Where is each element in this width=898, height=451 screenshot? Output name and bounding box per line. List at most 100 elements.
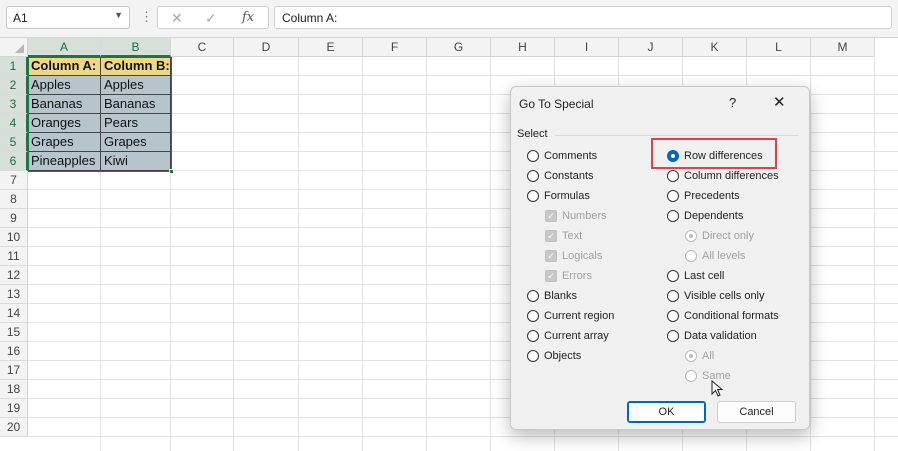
column-header-m[interactable]: M [811,38,875,57]
gridline [490,57,491,451]
row-header-19[interactable]: 19 [0,399,28,418]
row-header-10[interactable]: 10 [0,228,28,247]
radio-icon [527,290,539,302]
name-box[interactable]: A1 ▼ [6,6,130,29]
cancel-entry-icon[interactable]: ✕ [171,10,183,27]
highlight-box [651,138,777,169]
option-label: Direct only [702,230,754,242]
row-header-7[interactable]: 7 [0,171,28,190]
help-icon[interactable]: ? [729,95,736,110]
row-header-14[interactable]: 14 [0,304,28,323]
option-label: Blanks [544,290,578,302]
column-header-c[interactable]: C [171,38,234,57]
cell-b4[interactable]: Pears [101,114,171,133]
formula-input[interactable]: Column A: [274,6,892,29]
gridline [233,57,234,451]
row-header-12[interactable]: 12 [0,266,28,285]
option-label: Conditional formats [684,310,779,322]
column-header-e[interactable]: E [299,38,363,57]
radio-icon [667,310,679,322]
column-header-j[interactable]: J [619,38,683,57]
row-header-6[interactable]: 6 [0,152,28,171]
row-header-17[interactable]: 17 [0,361,28,380]
fill-handle[interactable] [169,169,174,174]
column-header-f[interactable]: F [363,38,427,57]
option-label: Visible cells only [684,290,765,302]
radio-icon [667,190,679,202]
confirm-entry-icon[interactable]: ✓ [205,10,217,27]
row-header-13[interactable]: 13 [0,285,28,304]
row-header-5[interactable]: 5 [0,133,28,152]
radio-icon [685,350,697,362]
row-header-3[interactable]: 3 [0,95,28,114]
row-header-11[interactable]: 11 [0,247,28,266]
option-label: Data validation [684,330,757,342]
radio-icon [667,270,679,282]
option-label: Logicals [562,250,603,262]
row-header-4[interactable]: 4 [0,114,28,133]
row-header-8[interactable]: 8 [0,190,28,209]
row-header-9[interactable]: 9 [0,209,28,228]
dialog-title: Go To Special [519,97,594,111]
more-options-icon[interactable]: ⋮ [140,9,153,25]
row-header-18[interactable]: 18 [0,380,28,399]
radio-icon [667,170,679,182]
option-label: Numbers [562,210,607,222]
checkbox-icon: ✓ [545,230,557,242]
cell-a3[interactable]: Bananas [28,95,101,114]
checkbox-icon: ✓ [545,210,557,222]
row-header-1[interactable]: 1 [0,57,28,76]
go-to-special-dialog: Go To Special ? ✕ Select Comments Constan… [510,86,810,430]
column-header-h[interactable]: H [491,38,555,57]
cell-a2[interactable]: Apples [28,76,101,95]
chevron-down-icon[interactable]: ▼ [114,10,123,20]
name-box-value: A1 [13,11,28,25]
option-label: Constants [544,170,594,182]
column-header-l[interactable]: L [747,38,811,57]
column-header-g[interactable]: G [427,38,491,57]
insert-function-icon[interactable]: fx [242,10,254,25]
select-all-button[interactable] [0,38,28,57]
option-label: All [702,350,715,362]
row-header-20[interactable]: 20 [0,418,28,437]
cell-b5[interactable]: Grapes [101,133,171,152]
radio-icon [685,250,697,262]
ok-button[interactable]: OK [627,401,706,423]
radio-icon [527,310,539,322]
cell-b3[interactable]: Bananas [101,95,171,114]
cell-b6[interactable]: Kiwi [101,152,171,171]
radio-icon [527,190,539,202]
option-label: Formulas [544,190,590,202]
radio-icon [527,330,539,342]
radio-icon [667,210,679,222]
cell-a4[interactable]: Oranges [28,114,101,133]
cancel-button[interactable]: Cancel [717,401,796,423]
group-divider [555,135,799,136]
column-header-i[interactable]: I [555,38,619,57]
option-label: Current array [544,330,609,342]
column-header-k[interactable]: K [683,38,747,57]
formula-bar: A1 ▼ ⋮ ✕ ✓ fx Column A: [0,0,898,38]
option-label: Text [562,230,583,242]
cell-a6[interactable]: Pineapples [28,152,101,171]
radio-icon [685,370,697,382]
close-icon[interactable]: ✕ [773,93,786,111]
cell-b1[interactable]: Column B: [101,57,171,76]
option-label: Column differences [684,170,779,182]
column-header-b[interactable]: B [101,38,171,57]
radio-icon [527,350,539,362]
row-header-15[interactable]: 15 [0,323,28,342]
gridline [426,57,427,451]
gridline [874,57,875,451]
option-label: All levels [702,250,746,262]
cell-a1[interactable]: Column A: [28,57,101,76]
cell-b2[interactable]: Apples [101,76,171,95]
column-header-d[interactable]: D [234,38,299,57]
gridline [298,57,299,451]
mouse-cursor-icon [711,380,724,397]
row-header-2[interactable]: 2 [0,76,28,95]
row-header-16[interactable]: 16 [0,342,28,361]
column-header-a[interactable]: A [28,38,101,57]
cell-a5[interactable]: Grapes [28,133,101,152]
checkbox-icon: ✓ [545,270,557,282]
